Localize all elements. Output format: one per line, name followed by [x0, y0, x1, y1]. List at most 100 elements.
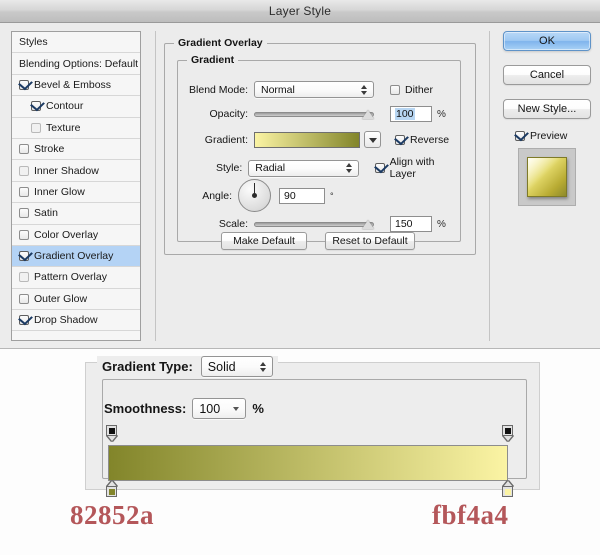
color-stop-end[interactable] [501, 478, 514, 497]
checkbox-icon[interactable] [374, 163, 385, 173]
group-title-gradient-overlay: Gradient Overlay [174, 37, 267, 49]
opacity-value: 100 [395, 108, 415, 120]
checkbox-icon[interactable] [395, 134, 405, 145]
sidebar-item-satin[interactable]: Satin [12, 203, 140, 225]
style-select[interactable]: Radial [248, 159, 359, 177]
scale-input[interactable]: 150 [390, 216, 432, 232]
checkbox-icon[interactable] [31, 101, 41, 112]
sidebar-item-outer-glow[interactable]: Outer Glow [12, 288, 140, 311]
reset-to-default-button[interactable]: Reset to Default [325, 232, 415, 250]
stop-swatch-icon [106, 425, 117, 436]
sidebar-item-gradient-overlay[interactable]: Gradient Overlay [12, 245, 140, 268]
blend-mode-select[interactable]: Normal [254, 81, 374, 98]
checkbox-icon[interactable] [19, 208, 29, 219]
scale-label: Scale: [218, 218, 248, 230]
checkbox-icon[interactable] [19, 272, 29, 283]
preview-chip-icon [527, 157, 567, 197]
sidebar-item-bevel-emboss[interactable]: Bevel & Emboss [12, 74, 140, 97]
styles-list-header[interactable]: Styles [12, 32, 140, 54]
ok-button[interactable]: OK [503, 31, 591, 51]
gradient-label: Gradient: [204, 133, 248, 146]
cancel-button[interactable]: Cancel [503, 65, 591, 85]
sidebar-item-pattern-overlay[interactable]: Pattern Overlay [12, 267, 140, 289]
updown-arrows-icon [259, 361, 267, 373]
slider-track [254, 222, 374, 227]
sidebar-item-stroke[interactable]: Stroke [12, 138, 140, 161]
align-with-layer-option[interactable]: Align with Layer [374, 156, 456, 180]
smoothness-label: Smoothness: [104, 401, 187, 416]
sidebar-item-label: Stroke [34, 143, 65, 156]
slider-knob[interactable] [362, 220, 374, 229]
angle-input[interactable]: 90 [279, 187, 325, 204]
sidebar-item-texture[interactable]: Texture [12, 117, 140, 139]
angle-label: Angle: [202, 189, 232, 202]
layer-style-dialog: Layer Style Styles Blending Options: Def… [0, 0, 600, 349]
checkbox-icon[interactable] [19, 165, 29, 176]
checkbox-icon[interactable] [515, 131, 525, 141]
styles-header-label: Styles [19, 36, 48, 49]
sidebar-item-label: Contour [46, 100, 84, 113]
sidebar-item-blending-options[interactable]: Blending Options: Default [12, 53, 140, 75]
sidebar-item-label: Blending Options: Default [19, 57, 139, 70]
reverse-option[interactable]: Reverse [395, 134, 449, 146]
default-buttons: Make Default Reset to Default [221, 232, 415, 250]
sidebar-item-color-overlay[interactable]: Color Overlay [12, 224, 140, 246]
checkbox-icon[interactable] [390, 84, 400, 95]
checkbox-icon[interactable] [31, 122, 41, 133]
new-style-button[interactable]: New Style... [503, 99, 591, 119]
angle-dial[interactable] [238, 179, 271, 212]
dial-center-icon [252, 193, 257, 198]
dialog-titlebar[interactable]: Layer Style [0, 0, 600, 23]
hex-label-left: 82852a [70, 500, 154, 530]
opacity-unit: % [437, 108, 446, 120]
opacity-stop-end[interactable] [501, 425, 514, 444]
scale-row: Scale: 150 % [182, 216, 456, 232]
sidebar-item-contour[interactable]: Contour [12, 96, 140, 118]
dialog-body: Styles Blending Options: Default Bevel &… [0, 23, 600, 348]
sidebar-item-inner-shadow[interactable]: Inner Shadow [12, 160, 140, 182]
style-row: Style: Radial Align with Layer [182, 156, 456, 180]
sidebar-item-drop-shadow[interactable]: Drop Shadow [12, 310, 140, 332]
preview-option[interactable]: Preview [515, 130, 593, 142]
group-title-gradient: Gradient [187, 54, 239, 66]
checkbox-icon[interactable] [19, 79, 29, 90]
blend-mode-label: Blend Mode: [189, 83, 248, 96]
gradient-preview-swatch[interactable] [254, 131, 360, 148]
opacity-stop-start[interactable] [105, 425, 118, 444]
screenshot-root: Layer Style Styles Blending Options: Def… [0, 0, 600, 555]
gradient-picker-button[interactable] [364, 131, 381, 148]
checkbox-icon[interactable] [19, 251, 29, 262]
chevron-down-icon [233, 403, 240, 415]
dither-option[interactable]: Dither [390, 84, 433, 96]
make-default-button[interactable]: Make Default [221, 232, 307, 250]
sidebar-item-inner-glow[interactable]: Inner Glow [12, 181, 140, 204]
slider-track [254, 112, 374, 117]
color-stop-start[interactable] [105, 478, 118, 497]
checkbox-icon[interactable] [19, 293, 29, 304]
opacity-slider[interactable] [254, 107, 374, 121]
gradient-overlay-group: Gradient Overlay Gradient Blend Mode: No… [164, 37, 476, 255]
smoothness-select[interactable]: 100 [192, 398, 247, 419]
gradient-type-select[interactable]: Solid [200, 356, 273, 377]
preview-label: Preview [530, 130, 568, 142]
slider-knob[interactable] [362, 110, 374, 119]
sidebar-item-label: Texture [46, 121, 81, 134]
gradient-type-row: Gradient Type: Solid [97, 356, 278, 377]
gradient-bar[interactable] [108, 445, 508, 481]
angle-unit: ° [330, 190, 334, 201]
opacity-input[interactable]: 100 [390, 106, 432, 122]
checkbox-icon[interactable] [19, 315, 29, 326]
sidebar-item-label: Pattern Overlay [34, 271, 107, 284]
stop-swatch-icon [106, 486, 117, 497]
checkbox-icon[interactable] [19, 186, 29, 197]
scale-slider[interactable] [254, 217, 374, 231]
checkbox-icon[interactable] [19, 144, 29, 155]
scale-unit: % [437, 218, 446, 230]
gradient-subgroup: Gradient Blend Mode: Normal Dither Opaci… [177, 54, 461, 242]
styles-list[interactable]: Styles Blending Options: Default Bevel &… [11, 31, 141, 341]
stop-swatch-icon [502, 425, 513, 436]
dialog-title: Layer Style [268, 4, 332, 18]
sidebar-item-label: Inner Shadow [34, 164, 99, 177]
checkbox-icon[interactable] [19, 229, 29, 240]
updown-arrows-icon [345, 162, 353, 174]
